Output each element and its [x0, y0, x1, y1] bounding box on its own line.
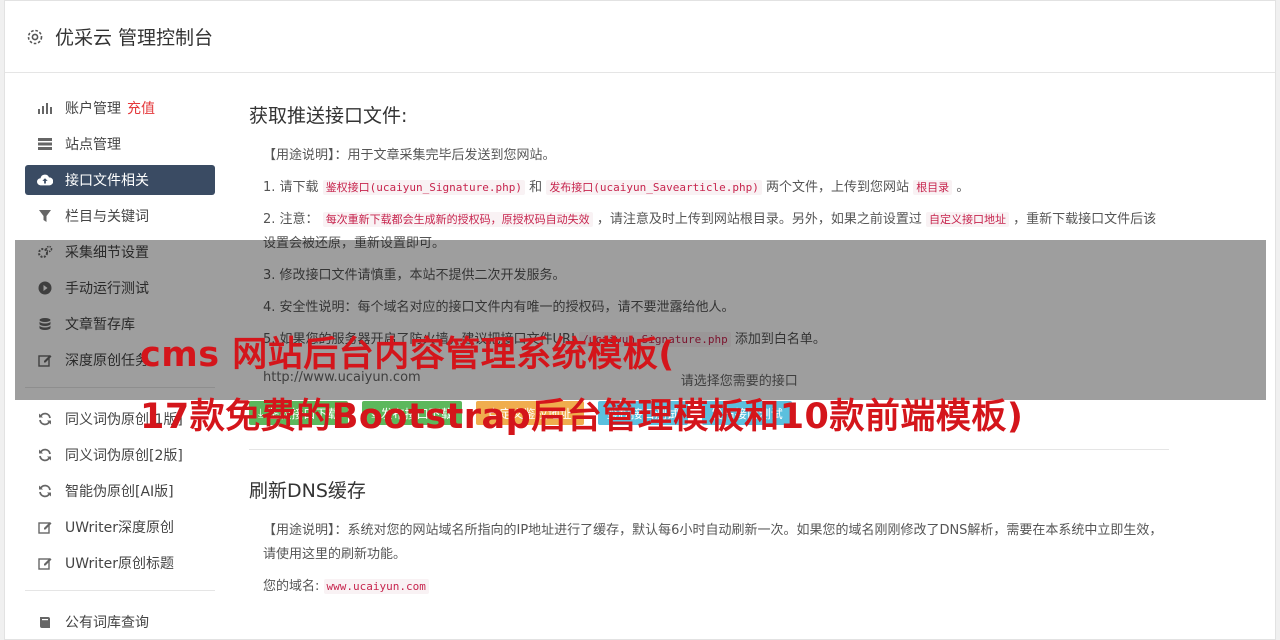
sidebar-item-label: UWriter深度原创 [65, 520, 174, 536]
gear-icon [27, 29, 43, 44]
sidebar-item-uwriter-title[interactable]: UWriter原创标题 [25, 548, 215, 578]
recharge-link[interactable]: 充值 [127, 98, 155, 118]
code-publish-file: 发布接口(ucaiyun_Savearticle.php) [546, 180, 762, 195]
sidebar-item-label: 同义词伪原创[2版] [65, 448, 183, 464]
server-icon [37, 136, 53, 152]
step-1: 1. 请下载 鉴权接口(ucaiyun_Signature.php) 和 发布接… [249, 176, 1169, 200]
sidebar-item-label: 栏目与关键词 [65, 209, 149, 225]
book-icon [37, 614, 53, 630]
code-custom-url: 自定义接口地址 [925, 212, 1009, 227]
section-title-push-interface: 获取推送接口文件: [249, 105, 408, 127]
sidebar-item-label: 公有词库查询 [65, 615, 149, 631]
step-text: 2. 注意： [263, 212, 319, 227]
refresh-icon [37, 411, 53, 427]
step-text: 两个文件，上传到您网站 [766, 180, 910, 195]
step-text: 和 [529, 180, 543, 195]
sidebar-item-synonym-v2[interactable]: 同义词伪原创[2版] [25, 440, 215, 470]
sidebar-item-columns-keywords[interactable]: 栏目与关键词 [25, 201, 215, 231]
sidebar-divider [25, 590, 215, 591]
filter-icon [37, 208, 53, 224]
sidebar-item-label: 站点管理 [65, 137, 121, 153]
sidebar-item-uwriter-deep[interactable]: UWriter深度原创 [25, 512, 215, 542]
step-text: 。 [956, 180, 970, 195]
bar-chart-icon [37, 100, 53, 116]
edit-icon [37, 519, 53, 535]
code-root-dir: 根目录 [913, 180, 953, 195]
code-warning: 每次重新下载都会生成新的授权码，原授权码自动失效 [322, 212, 593, 227]
sidebar-item-label: UWriter原创标题 [65, 556, 174, 572]
sidebar-item-label: 接口文件相关 [65, 173, 149, 189]
step-text: ，请注意及时上传到网站根目录。另外，如果之前设置过 [596, 212, 922, 227]
banner-line-2: 17款免费的Bootstrap后台管理模板和10款前端模板) [140, 397, 1024, 437]
page-title: 优采云 管理控制台 [55, 27, 214, 49]
domain-value: www.ucaiyun.com [323, 579, 429, 594]
domain-row: 您的域名: www.ucaiyun.com [249, 575, 1169, 599]
step-text: 1. 请下载 [263, 180, 319, 195]
sidebar-item-account[interactable]: 账户管理 充值 [25, 93, 215, 123]
code-auth-file: 鉴权接口(ucaiyun_Signature.php) [322, 180, 526, 195]
sidebar-item-public-dictionary[interactable]: 公有词库查询 [25, 607, 215, 637]
sidebar-item-interface-files[interactable]: 接口文件相关 [25, 165, 215, 195]
refresh-icon [37, 447, 53, 463]
sidebar-item-label: 账户管理 [65, 101, 121, 117]
sidebar-item-label: 智能伪原创[AI版] [65, 484, 174, 500]
section-divider [249, 449, 1169, 450]
page-header: 优采云 管理控制台 [5, 1, 1275, 73]
dns-usage-text: 【用途说明】：系统对您的网站域名所指向的IP地址进行了缓存，默认每6小时自动刷新… [263, 523, 1163, 562]
banner-line-1: cms 网站后台内容管理系统模板( [140, 335, 675, 375]
usage-text: 【用途说明】：用于文章采集完毕后发送到您网站。 [263, 148, 556, 163]
section-title-dns: 刷新DNS缓存 [249, 480, 366, 502]
sidebar-item-sites[interactable]: 站点管理 [25, 129, 215, 159]
edit-icon [37, 555, 53, 571]
sidebar-item-ai-rewrite[interactable]: 智能伪原创[AI版] [25, 476, 215, 506]
cloud-upload-icon [37, 172, 53, 188]
domain-label: 您的域名: [263, 579, 320, 594]
refresh-icon [37, 483, 53, 499]
